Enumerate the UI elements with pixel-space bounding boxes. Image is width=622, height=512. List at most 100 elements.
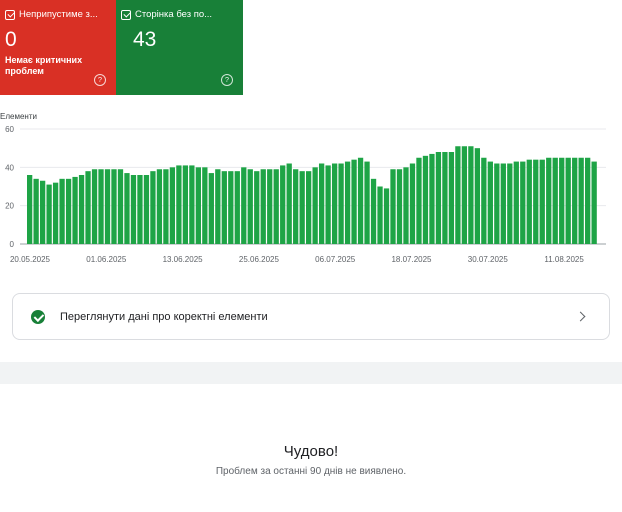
bar	[306, 171, 312, 244]
bar	[137, 175, 143, 244]
bar	[273, 169, 279, 244]
help-icon[interactable]: ?	[94, 74, 106, 86]
bar	[377, 186, 383, 244]
bar	[526, 159, 532, 244]
card-valid-value: 43	[133, 28, 157, 51]
card-invalid-value: 0	[5, 28, 17, 51]
y-tick-label: 60	[5, 125, 14, 134]
bar	[312, 167, 318, 244]
bar	[396, 169, 403, 244]
help-icon[interactable]: ?	[221, 74, 233, 86]
bar	[247, 169, 253, 244]
x-tick-label: 30.07.2025	[468, 255, 509, 264]
bar	[455, 146, 461, 244]
bar	[552, 157, 558, 244]
bar	[364, 161, 370, 244]
x-tick-label: 06.07.2025	[315, 255, 356, 264]
bar	[565, 157, 571, 244]
bar	[85, 171, 91, 244]
bar	[33, 178, 39, 244]
bar	[487, 161, 493, 244]
bar	[533, 159, 539, 244]
bar	[163, 169, 169, 244]
bar	[578, 157, 584, 244]
bar-chart-svg: Елементи 0 20 40 60 20.05.2025 01.06.2025 13.06…	[0, 112, 606, 264]
checkbox-icon[interactable]	[5, 9, 15, 20]
bar	[344, 161, 351, 244]
x-tick-label: 20.05.2025	[10, 255, 51, 264]
bar	[494, 163, 500, 244]
chevron-right-icon	[575, 311, 586, 322]
bar	[513, 161, 519, 244]
check-circle-icon	[31, 309, 45, 324]
bar	[52, 182, 59, 244]
bar	[539, 159, 545, 244]
view-valid-items-link[interactable]: Переглянути дані про коректні елементи	[12, 293, 610, 340]
bar	[507, 163, 513, 244]
bar	[111, 169, 117, 244]
card-invalid-subtitle: Немає критичних проблем	[5, 55, 83, 76]
bar	[520, 161, 526, 244]
bar	[260, 169, 266, 244]
bar	[143, 175, 150, 244]
bar	[267, 169, 273, 244]
bar	[409, 163, 416, 244]
bar	[46, 184, 52, 244]
bar	[202, 167, 208, 244]
bar	[78, 175, 85, 244]
bar	[325, 165, 331, 244]
bar	[150, 171, 156, 244]
bar	[318, 163, 325, 244]
bar	[293, 169, 299, 244]
card-invalid[interactable]: Неприпустиме з... 0 Немає критичних проб…	[0, 0, 116, 95]
bar	[448, 152, 455, 244]
status-cards: Неприпустиме з... 0 Немає критичних проб…	[0, 0, 243, 95]
status-subtitle: Проблем за останні 90 днів не виявлено.	[215, 466, 407, 477]
bar	[27, 175, 33, 244]
bar	[215, 169, 221, 244]
bar	[331, 163, 338, 244]
bar	[461, 146, 468, 244]
bar	[208, 173, 214, 244]
y-tick-label: 40	[5, 163, 14, 172]
bar	[468, 146, 474, 244]
bar	[228, 171, 234, 244]
bar	[221, 171, 227, 244]
bar	[104, 169, 111, 244]
bar	[117, 169, 124, 244]
bar	[39, 180, 46, 244]
bar	[72, 176, 78, 244]
bar	[422, 155, 429, 244]
bar	[286, 163, 292, 244]
bar	[474, 148, 481, 244]
x-tick-label: 13.06.2025	[163, 255, 204, 264]
bar	[176, 165, 182, 244]
bar	[124, 173, 130, 244]
bar	[500, 163, 506, 244]
bar	[169, 167, 176, 244]
bar	[383, 188, 390, 244]
card-invalid-title: Неприпустиме з...	[19, 9, 98, 20]
bar	[572, 157, 578, 244]
bar	[481, 157, 487, 244]
bar	[59, 178, 65, 244]
checkbox-icon[interactable]	[121, 9, 131, 20]
y-tick-label: 20	[5, 202, 14, 211]
bar	[390, 169, 396, 244]
items-chart: Елементи 0 20 40 60 20.05.2025 01.06.2025 13.06…	[0, 110, 622, 270]
bar	[130, 175, 137, 244]
section-divider	[0, 362, 622, 384]
card-invalid-header: Неприпустиме з...	[5, 9, 110, 20]
card-valid-header: Сторінка без по...	[121, 9, 237, 20]
card-valid-title: Сторінка без по...	[135, 9, 213, 20]
bar	[241, 167, 247, 244]
bar	[280, 165, 286, 244]
y-tick-label: 0	[10, 240, 15, 249]
status-title: Чудово!	[283, 443, 339, 460]
bar	[338, 163, 344, 244]
bar	[234, 171, 240, 244]
bar	[559, 157, 565, 244]
card-valid[interactable]: Сторінка без по... 43 ?	[116, 0, 243, 95]
bar	[416, 157, 422, 244]
bar	[182, 165, 189, 244]
